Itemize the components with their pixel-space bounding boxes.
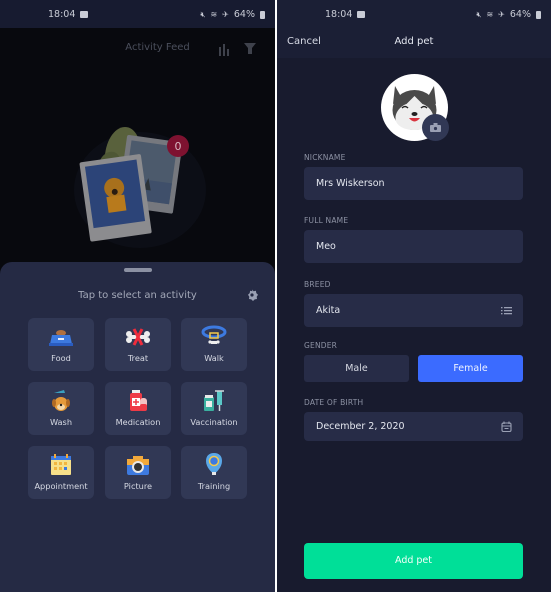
food-bowl-icon [49, 330, 73, 346]
add-pet-screen: 18:04 🔇︎ ≋ ✈ 64% Cancel Add pet NICKNAME Mr… [277, 0, 551, 592]
activity-walk[interactable]: Walk [181, 318, 247, 371]
nickname-label: NICKNAME [304, 153, 346, 162]
sheet-title: Tap to select an activity [78, 290, 197, 301]
gallery-notification-icon [357, 11, 366, 18]
activity-label: Walk [204, 353, 224, 363]
activity-feed-screen: 18:04 🔇︎ ≋ ✈ 64% Activity Feed 0 Tap to sel… [0, 0, 275, 592]
badge-count: 0 [175, 140, 182, 153]
medication-icon [130, 390, 147, 411]
wash-icon [52, 390, 70, 411]
add-pet-header: Cancel Add pet [277, 28, 551, 58]
bone-treat-icon [126, 328, 150, 346]
activity-vaccination[interactable]: Vaccination [181, 382, 247, 435]
activity-label: Picture [123, 481, 153, 491]
activity-wash[interactable]: Wash [28, 382, 94, 435]
feed-header: Activity Feed [0, 28, 275, 66]
breed-value: Akita [316, 305, 341, 316]
calendar-icon [51, 454, 71, 475]
dob-label: DATE OF BIRTH [304, 398, 364, 407]
activity-training[interactable]: Training [181, 446, 247, 499]
settings-icon[interactable] [246, 289, 258, 301]
dob-value: December 2, 2020 [316, 421, 405, 432]
activity-label: Wash [49, 417, 73, 427]
battery-icon [536, 10, 541, 19]
camera-icon [430, 123, 441, 132]
drag-handle[interactable] [124, 268, 152, 272]
wifi-icon: ≋ [486, 10, 494, 19]
activity-label: Training [197, 481, 231, 491]
gender-label: GENDER [304, 341, 338, 350]
activity-label: Treat [127, 353, 149, 363]
status-bar: 18:04 🔇︎ ≋ ✈ 64% [0, 0, 275, 28]
battery-icon [260, 10, 265, 19]
calendar-icon [501, 421, 512, 432]
dob-input[interactable]: December 2, 2020 [304, 412, 523, 441]
camera-icon [127, 456, 149, 475]
breed-select[interactable]: Akita [304, 294, 523, 327]
stats-icon[interactable] [219, 44, 231, 56]
activity-medication[interactable]: Medication [105, 382, 171, 435]
mute-icon: 🔇︎ [200, 9, 206, 19]
activity-label: Vaccination [190, 417, 238, 427]
activity-label: Medication [115, 417, 161, 427]
page-title: Activity Feed [125, 42, 190, 53]
change-photo-button[interactable] [422, 114, 449, 141]
collar-icon [201, 325, 227, 344]
filter-icon[interactable] [244, 42, 256, 55]
airplane-icon: ✈ [222, 10, 229, 19]
list-icon [501, 307, 512, 315]
airplane-icon: ✈ [498, 10, 505, 19]
activity-picker-sheet: Tap to select an activity Food Treat Wal… [0, 262, 275, 592]
nickname-input[interactable]: Mrs Wiskerson [304, 167, 523, 200]
wifi-icon: ≋ [210, 10, 218, 19]
gallery-notification-icon [80, 11, 89, 18]
training-tag-icon [206, 453, 222, 475]
status-bar: 18:04 🔇︎ ≋ ✈ 64% [277, 0, 551, 28]
activity-treat[interactable]: Treat [105, 318, 171, 371]
page-title: Add pet [394, 36, 434, 47]
activity-appointment[interactable]: Appointment [28, 446, 94, 499]
gender-female-option[interactable]: Female [418, 355, 523, 382]
battery-percent: 64% [233, 9, 255, 20]
add-pet-button[interactable]: Add pet [304, 543, 523, 579]
full-name-label: FULL NAME [304, 216, 349, 225]
empty-feed-illustration: 0 [74, 127, 206, 248]
activity-label: Appointment [34, 481, 88, 491]
status-time: 18:04 [48, 9, 76, 20]
battery-percent: 64% [509, 9, 531, 20]
gender-male-option[interactable]: Male [304, 355, 409, 382]
breed-label: BREED [304, 280, 331, 289]
activity-food[interactable]: Food [28, 318, 94, 371]
activity-picture[interactable]: Picture [105, 446, 171, 499]
full-name-input[interactable]: Meo [304, 230, 523, 263]
mute-icon: 🔇︎ [476, 9, 482, 19]
vaccine-icon [204, 390, 224, 411]
status-time: 18:04 [325, 9, 353, 20]
activity-label: Food [51, 353, 71, 363]
